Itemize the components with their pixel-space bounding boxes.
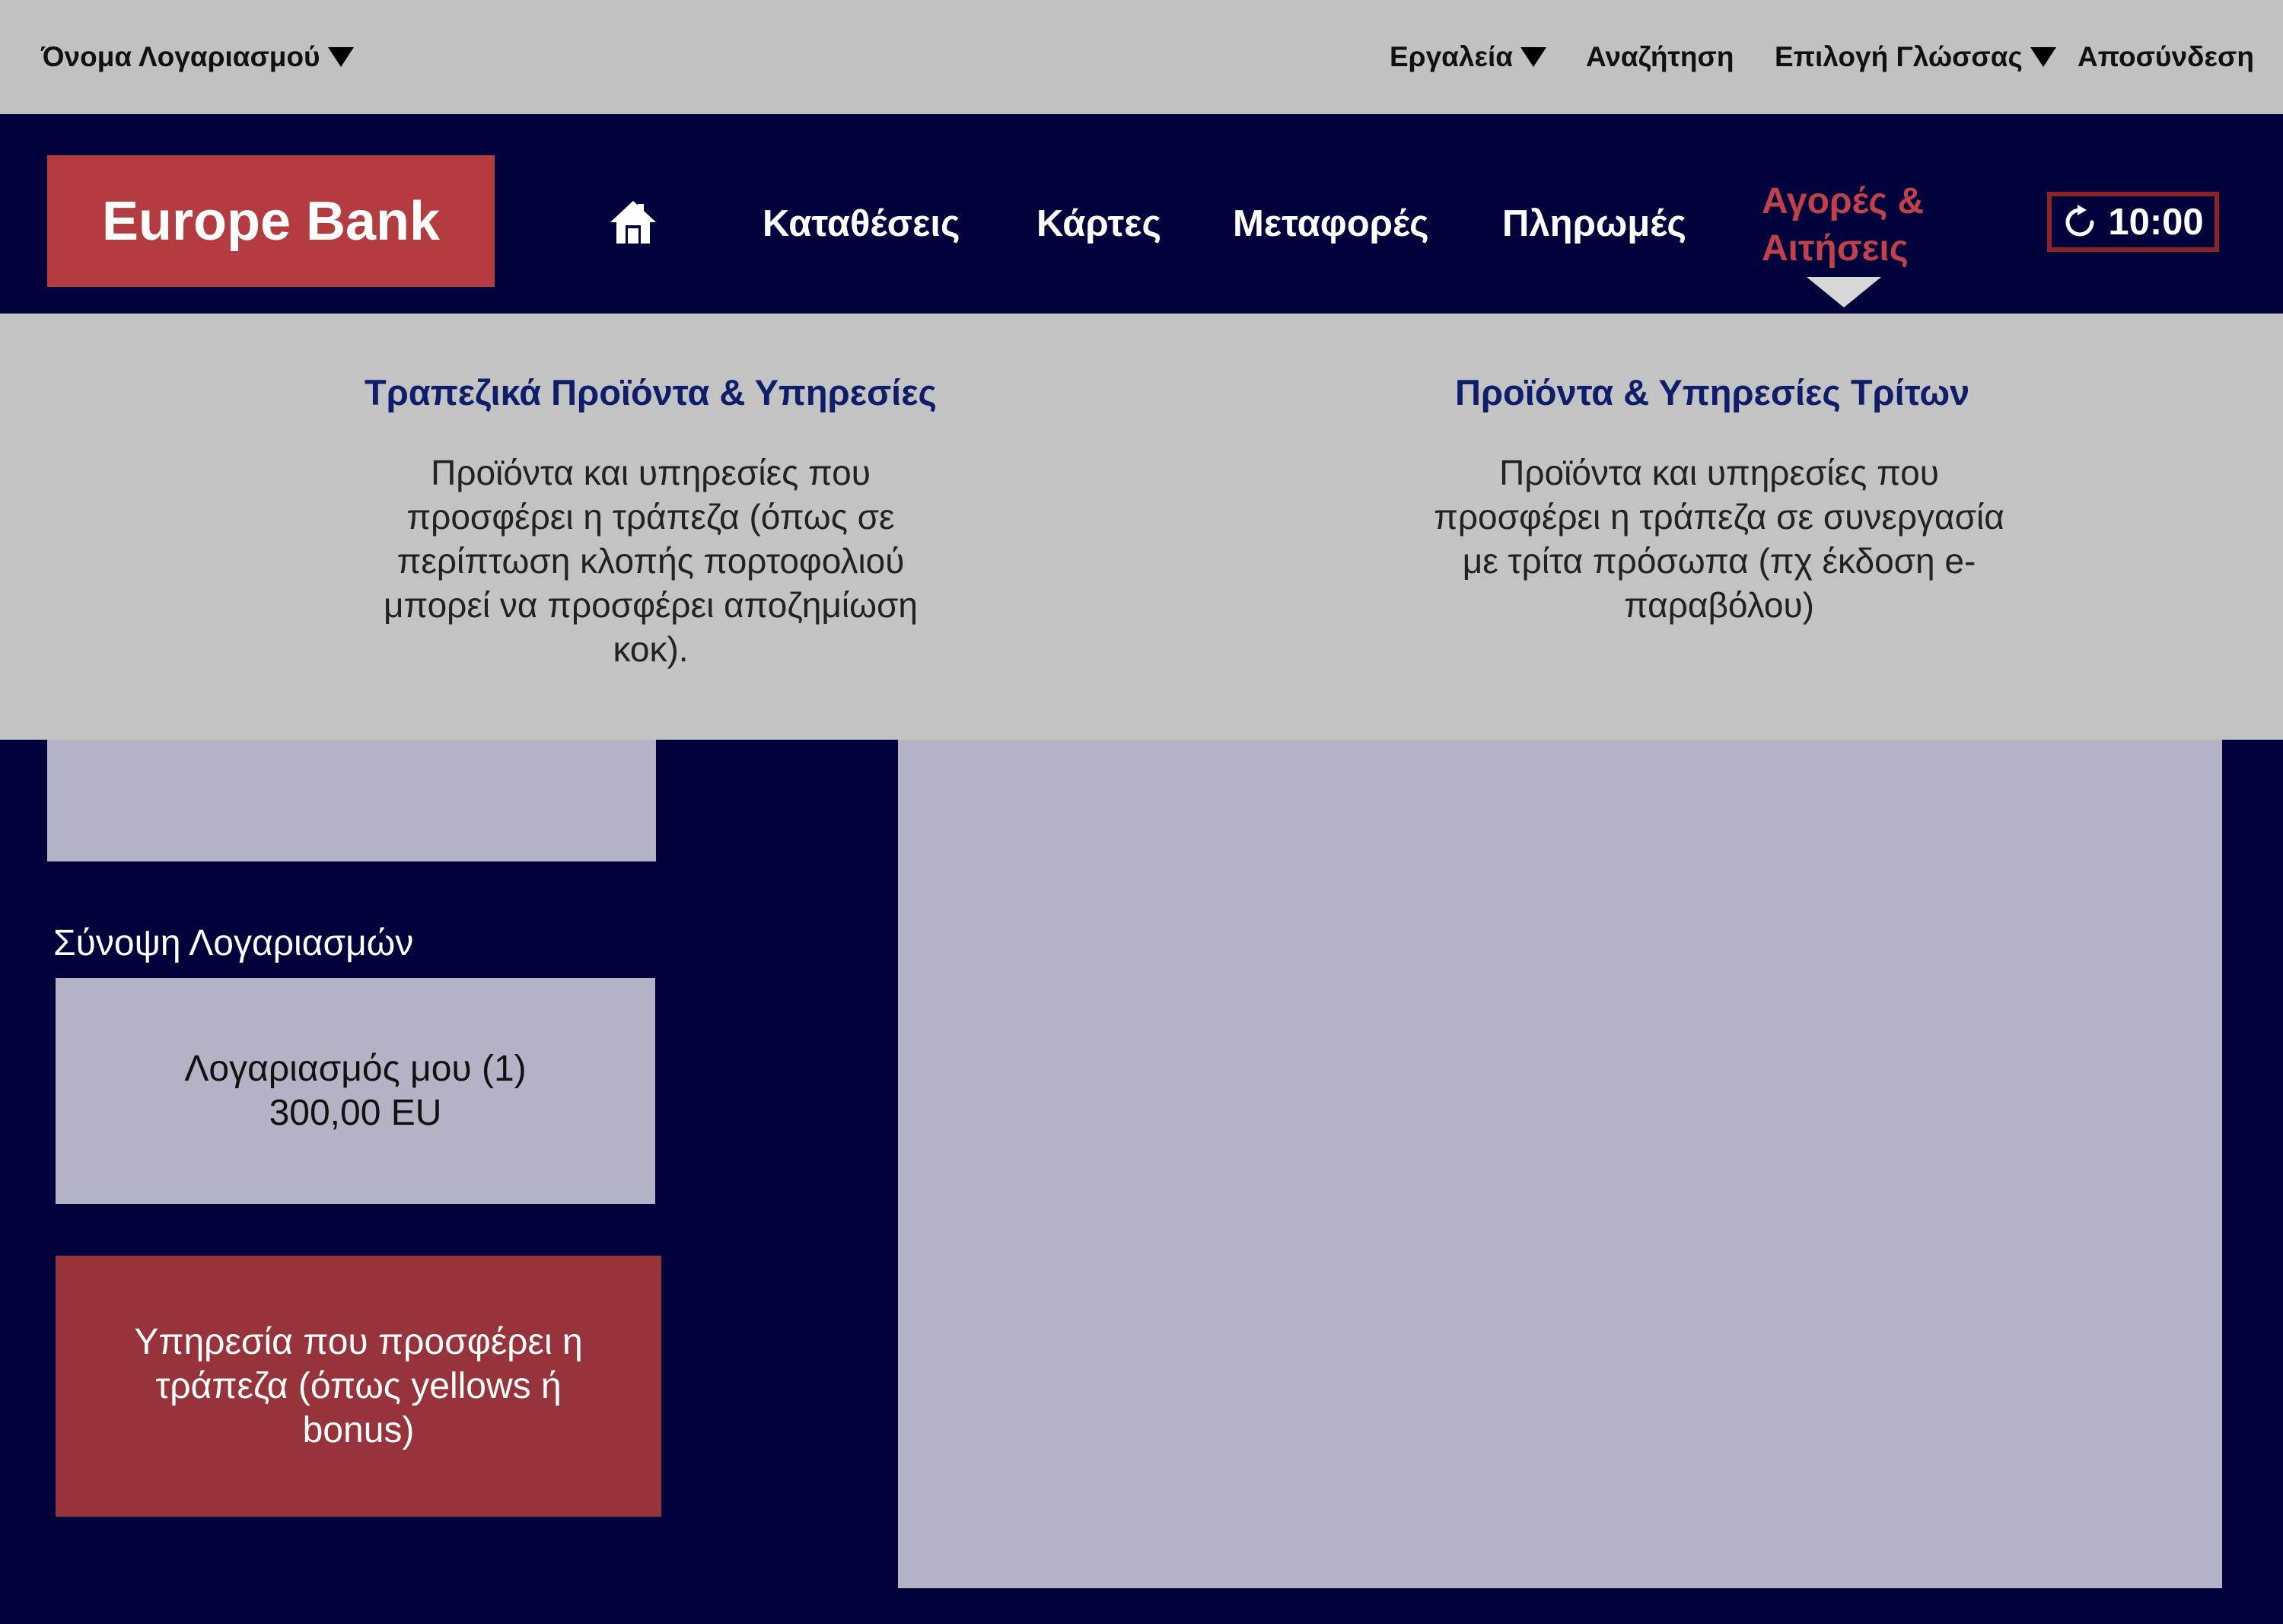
tools-label: Εργαλεία: [1390, 41, 1514, 72]
nav-purchases-applications[interactable]: Αγορές & Αιτήσεις: [1762, 178, 1929, 272]
chevron-down-icon: [327, 47, 354, 67]
nav-transfers[interactable]: Μεταφορές: [1233, 195, 1429, 253]
bank-products-link[interactable]: Τραπεζικά Προϊόντα & Υπηρεσίες: [358, 371, 944, 413]
account-name: Λογαριασμός μου (1): [184, 1048, 527, 1089]
search-label: Αναζήτηση: [1586, 41, 1734, 72]
account-card[interactable]: Λογαριασμός μου (1) 300,00 EU: [56, 978, 655, 1204]
active-menu-pointer: [1807, 277, 1881, 307]
tools-dropdown[interactable]: Εργαλεία: [1390, 38, 1547, 76]
logout-label: Αποσύνδεση: [2078, 41, 2254, 72]
chevron-down-icon: [2030, 47, 2056, 67]
home-icon[interactable]: [609, 199, 658, 245]
third-party-products-description: Προϊόντα και υπηρεσίες που προσφέρει η τ…: [1434, 453, 2004, 625]
nav-cards[interactable]: Κάρτες: [1036, 195, 1161, 253]
main-content-panel: [898, 740, 2222, 1588]
bank-logo[interactable]: Europe Bank: [47, 155, 495, 287]
account-balance: 300,00 EU: [269, 1092, 442, 1133]
language-dropdown[interactable]: Επιλογή Γλώσσας: [1775, 38, 2056, 76]
bank-products-description: Προϊόντα και υπηρεσίες που προσφέρει η τ…: [383, 453, 919, 669]
bank-service-promo[interactable]: Υπηρεσία που προσφέρει η τράπεζα (όπως y…: [56, 1256, 661, 1517]
logout-link[interactable]: Αποσύνδεση: [2078, 38, 2254, 76]
refresh-icon: [2065, 204, 2094, 236]
session-timer[interactable]: 10:00: [2047, 192, 2219, 252]
third-party-products-link[interactable]: Προϊόντα & Υπηρεσίες Τρίτων: [1455, 371, 1969, 413]
account-name-dropdown[interactable]: Όνομα Λογαριασμού: [41, 38, 354, 76]
language-label: Επιλογή Γλώσσας: [1775, 41, 2023, 72]
account-name-label: Όνομα Λογαριασμού: [41, 41, 320, 72]
chevron-down-icon: [1520, 47, 1547, 67]
accounts-summary-title: Σύνοψη Λογαριασμών: [53, 923, 414, 963]
nav-deposits[interactable]: Καταθέσεις: [763, 195, 960, 253]
search-link[interactable]: Αναζήτηση: [1586, 38, 1734, 76]
left-info-panel: [47, 740, 656, 861]
nav-payments[interactable]: Πληρωμές: [1502, 195, 1686, 253]
timer-value: 10:00: [2108, 201, 2204, 243]
